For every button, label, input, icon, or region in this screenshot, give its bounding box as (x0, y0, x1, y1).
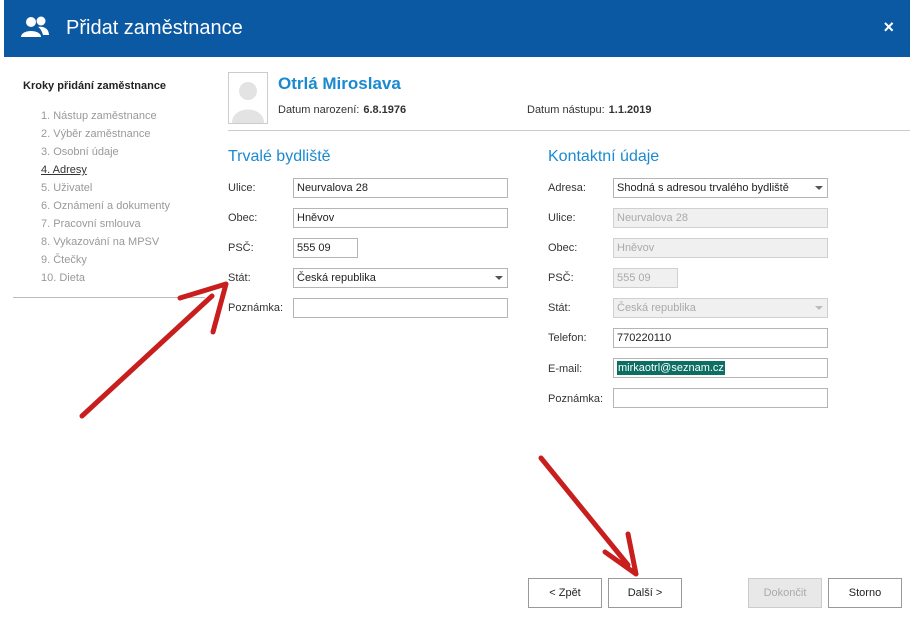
contact-city-input: Hněvov (613, 238, 828, 258)
residence-zip-label: PSČ: (228, 242, 254, 254)
steps-sidebar: Kroky přidání zaměstnance 1. Nástup zamě… (13, 80, 205, 298)
contact-address-label: Adresa: (548, 182, 586, 194)
contact-address-select[interactable]: Shodná s adresou trvalého bydliště (613, 178, 828, 198)
contact-country-value: Česká republika (617, 302, 696, 314)
sidebar-divider (13, 297, 205, 298)
residence-note-label: Poznámka: (228, 302, 284, 314)
residence-city-label: Obec: (228, 212, 258, 224)
contact-country-select: Česká republika (613, 298, 828, 318)
step-item[interactable]: 9. Čtečky (41, 252, 205, 270)
next-button[interactable]: Další > (608, 578, 682, 608)
contact-city-label: Obec: (548, 242, 578, 254)
step-item[interactable]: 10. Dieta (41, 270, 205, 288)
residence-zip-input[interactable]: 555 09 (293, 238, 358, 258)
users-icon (21, 16, 49, 37)
dialog-titlebar: Přidat zaměstnance × (4, 0, 910, 57)
step-item[interactable]: 2. Výběr zaměstnance (41, 126, 205, 144)
header-divider (228, 130, 910, 131)
steps-list: 1. Nástup zaměstnance 2. Výběr zaměstnan… (41, 108, 205, 288)
residence-note-input[interactable] (293, 298, 508, 318)
person-silhouette-icon (232, 82, 264, 123)
birth-date: Datum narození: 6.8.1976 (278, 104, 406, 116)
step-item-active[interactable]: 4. Adresy (41, 162, 205, 180)
contact-email-label: E-mail: (548, 363, 583, 375)
arrow-to-next (538, 455, 639, 577)
residence-country-select[interactable]: Česká republika (293, 268, 508, 288)
residence-street-input[interactable]: Neurvalova 28 (293, 178, 508, 198)
start-date-label: Datum nástupu: (527, 104, 605, 116)
contact-zip-label: PSČ: (548, 272, 574, 284)
close-icon[interactable]: × (883, 17, 894, 38)
contact-country-label: Stát: (548, 302, 571, 314)
residence-country-value: Česká republika (297, 272, 376, 284)
step-item[interactable]: 1. Nástup zaměstnance (41, 108, 205, 126)
step-item[interactable]: 7. Pracovní smlouva (41, 216, 205, 234)
contact-phone-input[interactable]: 770220110 (613, 328, 828, 348)
contact-phone-label: Telefon: (548, 332, 587, 344)
contact-note-label: Poznámka: (548, 393, 604, 405)
residence-street-label: Ulice: (228, 182, 256, 194)
email-selected-text: mirkaotrl@seznam.cz (617, 361, 725, 375)
contact-street-label: Ulice: (548, 212, 576, 224)
chevron-down-icon[interactable] (815, 186, 823, 190)
residence-city-input[interactable]: Hněvov (293, 208, 508, 228)
employee-name: Otrlá Miroslava (278, 74, 401, 93)
cancel-button[interactable]: Storno (828, 578, 902, 608)
chevron-down-icon[interactable] (495, 276, 503, 280)
residence-title: Trvalé bydliště (228, 148, 331, 165)
step-item[interactable]: 5. Uživatel (41, 180, 205, 198)
chevron-down-icon (815, 306, 823, 310)
dialog-title: Přidat zaměstnance (66, 17, 243, 39)
residence-country-label: Stát: (228, 272, 251, 284)
birth-date-label: Datum narození: (278, 104, 360, 116)
contact-street-input: Neurvalova 28 (613, 208, 828, 228)
start-date-value: 1.1.2019 (608, 104, 652, 116)
step-item[interactable]: 8. Vykazování na MPSV (41, 234, 205, 252)
birth-date-value: 6.8.1976 (363, 104, 407, 116)
contact-title: Kontaktní údaje (548, 148, 660, 165)
contact-address-value: Shodná s adresou trvalého bydliště (617, 182, 789, 194)
back-button[interactable]: < Zpět (528, 578, 602, 608)
avatar (228, 72, 268, 124)
contact-email-input[interactable]: mirkaotrl@seznam.cz (613, 358, 828, 378)
steps-heading: Kroky přidání zaměstnance (23, 80, 167, 92)
contact-note-input[interactable] (613, 388, 828, 408)
step-item[interactable]: 3. Osobní údaje (41, 144, 205, 162)
finish-button: Dokončit (748, 578, 822, 608)
start-date: Datum nástupu: 1.1.2019 (527, 104, 651, 116)
contact-zip-input: 555 09 (613, 268, 678, 288)
step-item[interactable]: 6. Oznámení a dokumenty (41, 198, 205, 216)
arrow-to-country (79, 281, 229, 419)
